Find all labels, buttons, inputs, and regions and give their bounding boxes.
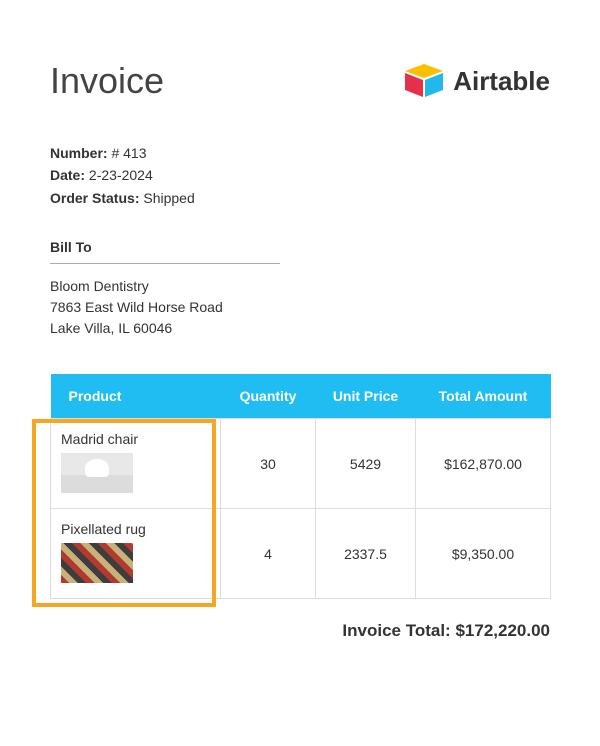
page-title: Invoice bbox=[50, 60, 164, 102]
cell-total: $162,870.00 bbox=[416, 419, 551, 509]
invoice-total-label: Invoice Total: bbox=[342, 621, 450, 640]
col-product: Product bbox=[51, 374, 221, 419]
table-row: Madrid chair 30 5429 $162,870.00 bbox=[51, 419, 551, 509]
number-label: Number bbox=[50, 145, 103, 161]
bill-to-street: 7863 East Wild Horse Road bbox=[50, 297, 550, 318]
line-items-table: Product Quantity Unit Price Total Amount… bbox=[50, 374, 551, 599]
cell-unit-price: 5429 bbox=[316, 419, 416, 509]
brand-logo: Airtable bbox=[403, 64, 550, 98]
airtable-icon bbox=[403, 64, 445, 98]
invoice-meta: Number: # 413 Date: 2-23-2024 Order Stat… bbox=[50, 142, 550, 209]
product-thumbnail bbox=[61, 543, 133, 583]
product-name: Madrid chair bbox=[61, 431, 210, 447]
cell-quantity: 30 bbox=[221, 419, 316, 509]
table-row: Pixellated rug 4 2337.5 $9,350.00 bbox=[51, 509, 551, 599]
bill-to-heading: Bill To bbox=[50, 239, 550, 255]
divider bbox=[50, 263, 280, 264]
date-label: Date bbox=[50, 167, 80, 183]
cell-total: $9,350.00 bbox=[416, 509, 551, 599]
status-value: Shipped bbox=[143, 190, 194, 206]
product-thumbnail bbox=[61, 453, 133, 493]
cell-quantity: 4 bbox=[221, 509, 316, 599]
invoice-total: Invoice Total: $172,220.00 bbox=[50, 621, 550, 641]
bill-to-section: Bill To Bloom Dentistry 7863 East Wild H… bbox=[50, 239, 550, 339]
invoice-total-value: $172,220.00 bbox=[455, 621, 550, 640]
bill-to-name: Bloom Dentistry bbox=[50, 276, 550, 297]
cell-unit-price: 2337.5 bbox=[316, 509, 416, 599]
col-unit-price: Unit Price bbox=[316, 374, 416, 419]
col-quantity: Quantity bbox=[221, 374, 316, 419]
bill-to-city: Lake Villa, IL 60046 bbox=[50, 318, 550, 339]
product-name: Pixellated rug bbox=[61, 521, 210, 537]
brand-name: Airtable bbox=[453, 66, 550, 97]
col-total: Total Amount bbox=[416, 374, 551, 419]
status-label: Order Status bbox=[50, 190, 135, 206]
date-value: 2-23-2024 bbox=[89, 167, 153, 183]
number-value: # 413 bbox=[111, 145, 146, 161]
